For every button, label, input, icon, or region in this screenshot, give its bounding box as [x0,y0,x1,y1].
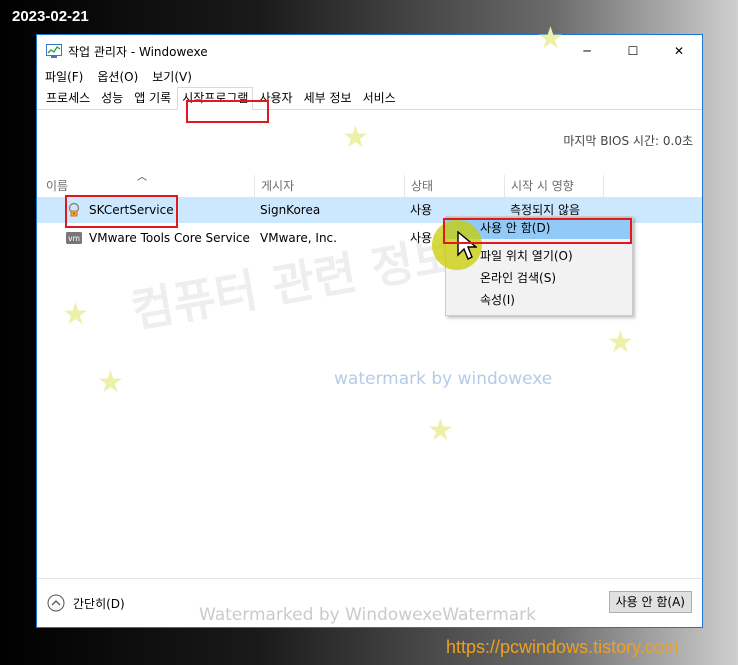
collapse-label: 간단히(D) [73,596,125,611]
disable-button[interactable]: 사용 안 함(A) [608,591,692,613]
row-name: SKCertService [89,203,174,217]
cursor-pointer-icon [457,231,477,260]
column-publisher[interactable]: 게시자 [254,175,404,197]
collapse-button[interactable]: 간단히(D) [47,594,125,612]
row-publisher: SignKorea [260,203,321,217]
star-watermark: ★ [427,413,454,448]
tab-app-history[interactable]: 앱 기록 [129,87,176,109]
window-title: 작업 관리자 - Windowexe [68,44,208,59]
row-name: VMware Tools Core Service [89,231,250,245]
close-button[interactable]: ✕ [656,35,702,67]
bios-time-label: 마지막 BIOS 시간: 0.0초 [563,134,693,148]
row-status: 사용 [410,203,433,217]
star-watermark: ★ [342,120,369,155]
star-watermark: ★ [607,325,634,360]
menu-view[interactable]: 보기(V) [152,67,192,87]
column-header: 이름 게시자 상태 시작 시 영향 [37,175,702,198]
star-watermark: ★ [537,21,564,56]
menu-options[interactable]: 옵션(O) [97,67,138,87]
menu-file[interactable]: 파일(F) [45,67,83,87]
star-watermark: ★ [97,365,124,400]
tab-startup[interactable]: 시작프로그램 [177,87,254,110]
column-name[interactable]: 이름 [40,175,254,197]
column-impact[interactable]: 시작 시 영향 [504,175,604,197]
certificate-icon [68,202,80,217]
star-watermark: ★ [62,297,89,332]
tab-services[interactable]: 서비스 [358,87,401,109]
row-publisher: VMware, Inc. [260,231,337,245]
svg-text:vm: vm [68,234,80,243]
menu-item-search-online[interactable]: 온라인 검색(S) [446,267,632,289]
site-url-watermark: https://pcwindows.tistory.com [446,637,679,657]
task-manager-icon [46,44,62,58]
tab-performance[interactable]: 성능 [96,87,128,109]
menu-bar: 파일(F) 옵션(O) 보기(V) [37,67,702,87]
date-stamp: 2023-02-21 [12,8,89,25]
blue-watermark: watermark by windowexe [334,369,553,389]
chevron-up-circle-icon [47,594,65,612]
window-controls: ─ ☐ ✕ [564,35,702,67]
footer-bar: 간단히(D) 사용 안 함(A) [37,578,702,627]
minimize-button[interactable]: ─ [564,35,610,67]
task-manager-window: 작업 관리자 - Windowexe ─ ☐ ✕ 파일(F) 옵션(O) 보기(… [36,21,703,628]
tab-processes[interactable]: 프로세스 [41,87,95,109]
title-bar[interactable]: 작업 관리자 - Windowexe ─ ☐ ✕ [37,35,702,67]
tab-users[interactable]: 사용자 [254,87,297,109]
column-status[interactable]: 상태 [404,175,504,197]
tab-details[interactable]: 세부 정보 [299,87,357,109]
maximize-button[interactable]: ☐ [610,35,656,67]
menu-item-properties[interactable]: 속성(I) [446,289,632,311]
row-status: 사용 [410,231,433,245]
tab-strip: 프로세스 성능 앱 기록 시작프로그램 사용자 세부 정보 서비스 [37,87,702,110]
vmware-icon: vm [66,232,82,244]
